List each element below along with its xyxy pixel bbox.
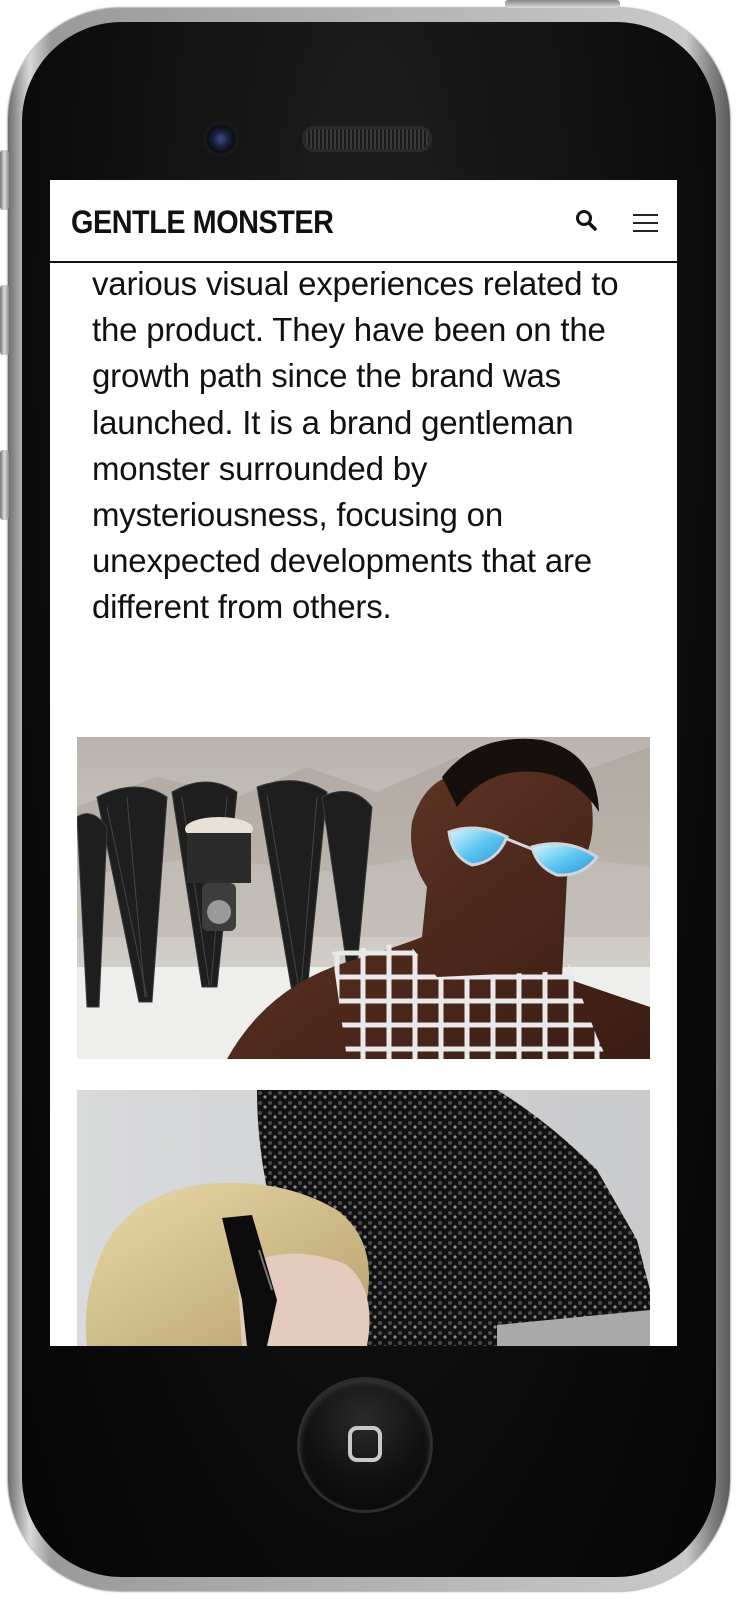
campaign-image-model-with-sculpture xyxy=(77,737,650,1059)
power-button xyxy=(505,0,620,8)
brand-description: various visual experiences related to th… xyxy=(92,265,619,626)
search-icon[interactable] xyxy=(574,208,600,234)
campaign-image-model-lying-down xyxy=(77,1090,650,1346)
home-button[interactable] xyxy=(300,1380,430,1510)
device-mockup: GENTLE MONSTER various visual experience… xyxy=(0,0,742,1599)
phone-screen: GENTLE MONSTER various visual experience… xyxy=(50,180,677,1346)
main-content: various visual experiences related to th… xyxy=(50,263,677,1346)
volume-down-button xyxy=(0,450,9,520)
front-camera xyxy=(206,124,236,154)
volume-up-button xyxy=(0,285,9,355)
site-header: GENTLE MONSTER xyxy=(50,180,677,263)
earpiece-speaker xyxy=(302,126,432,152)
mute-switch xyxy=(0,150,9,210)
hamburger-menu-icon[interactable] xyxy=(633,212,658,234)
home-square-icon xyxy=(348,1426,382,1462)
brand-logo[interactable]: GENTLE MONSTER xyxy=(71,204,334,241)
